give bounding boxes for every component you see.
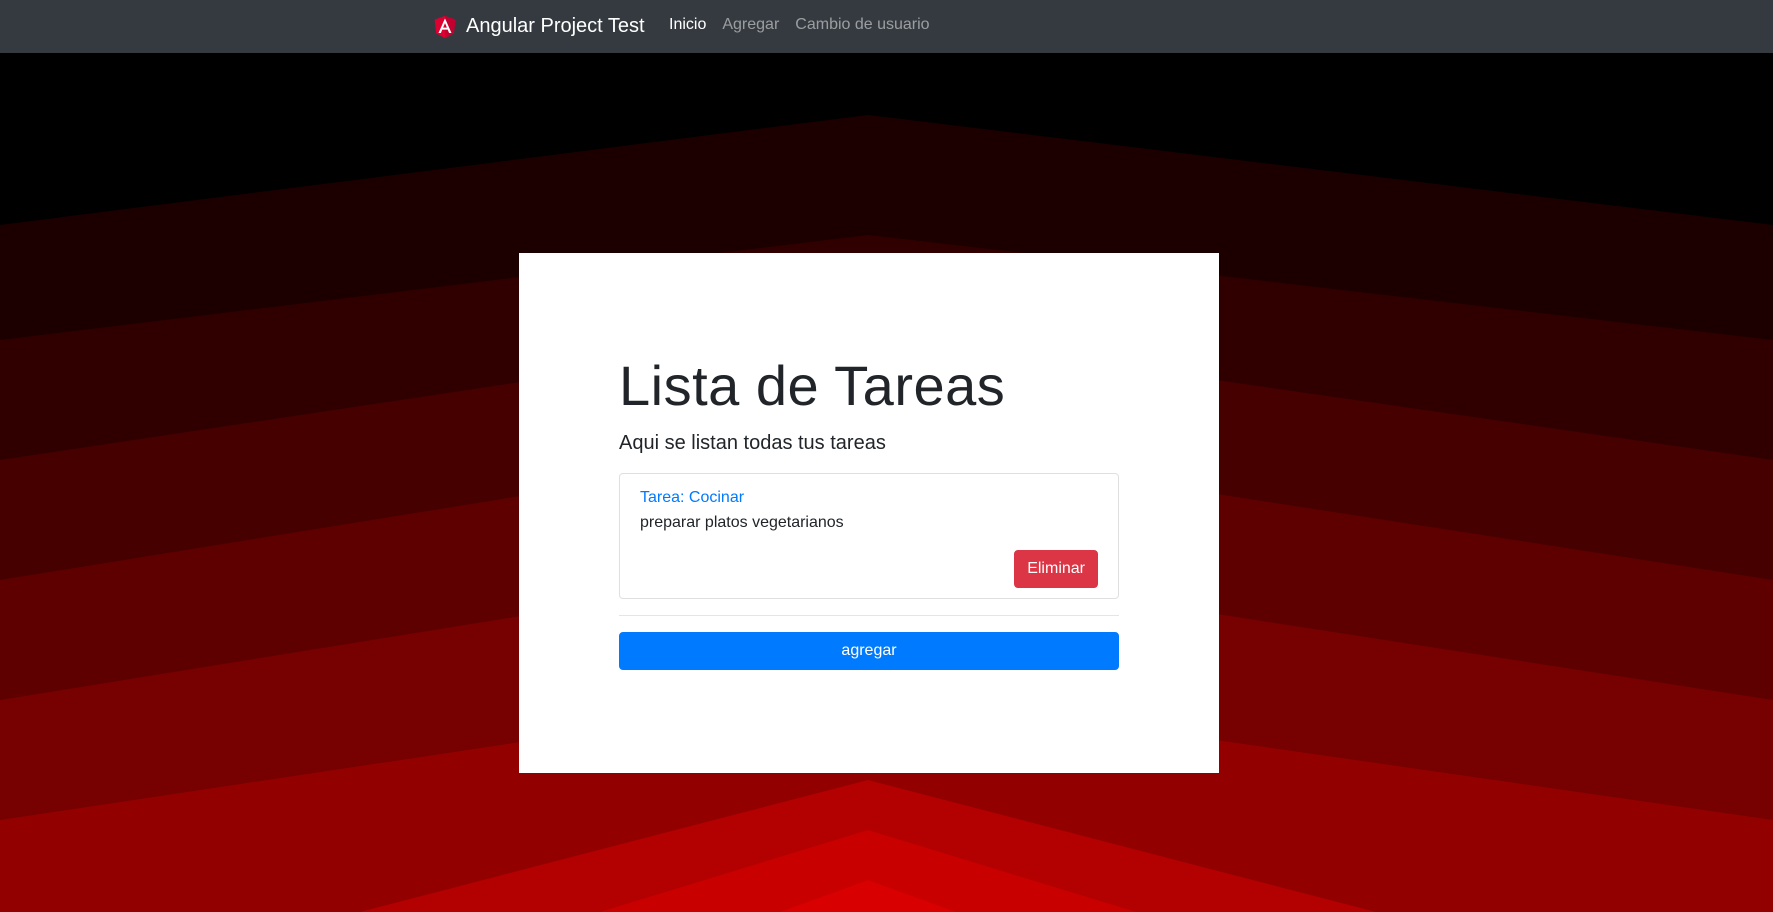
navbar-brand[interactable]: Angular Project Test <box>431 10 645 42</box>
content-panel: Lista de Tareas Aqui se listan todas tus… <box>519 253 1219 773</box>
task-header[interactable]: Tarea: Cocinar <box>640 488 744 508</box>
top-navbar: Angular Project Test Inicio Agregar Camb… <box>0 0 1773 53</box>
brand-title: Angular Project Test <box>466 14 645 37</box>
add-task-button[interactable]: agregar <box>619 632 1119 670</box>
divider <box>619 615 1119 616</box>
angular-logo-icon <box>434 15 456 38</box>
nav-link-agregar[interactable]: Agregar <box>722 14 779 35</box>
nav-link-cambio-usuario[interactable]: Cambio de usuario <box>795 14 929 35</box>
task-description: preparar platos vegetarianos <box>640 514 844 531</box>
task-list-section: Lista de Tareas Aqui se listan todas tus… <box>619 353 1119 670</box>
task-card: Tarea: Cocinar preparar platos vegetaria… <box>619 473 1119 599</box>
page-title: Lista de Tareas <box>619 354 1006 417</box>
nav-links: Inicio Agregar Cambio de usuario <box>669 14 946 35</box>
nav-link-inicio[interactable]: Inicio <box>669 14 706 35</box>
page-subtitle: Aqui se listan todas tus tareas <box>619 432 886 454</box>
delete-task-button[interactable]: Eliminar <box>1014 550 1098 588</box>
